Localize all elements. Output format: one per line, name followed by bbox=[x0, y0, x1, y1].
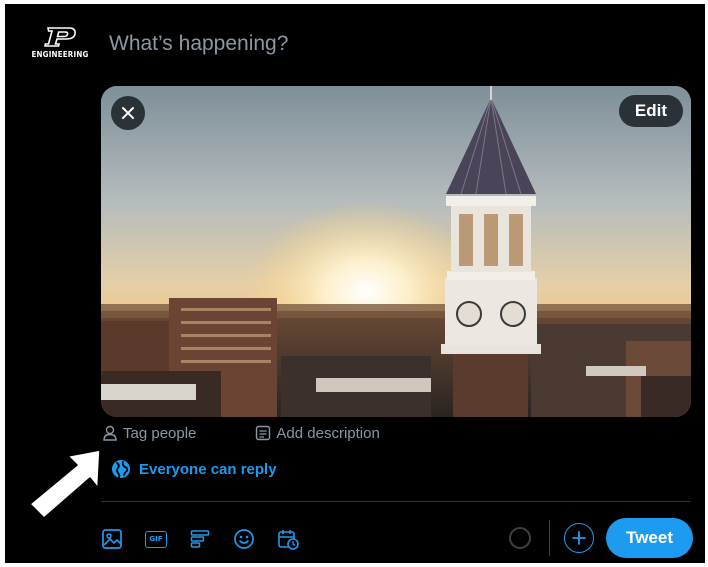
add-gif-button[interactable]: GIF bbox=[141, 524, 171, 554]
schedule-button[interactable] bbox=[273, 524, 303, 554]
add-description-label: Add description bbox=[276, 424, 380, 442]
edit-media-button[interactable]: Edit bbox=[618, 95, 683, 127]
clock-tower-photo bbox=[101, 86, 691, 417]
reply-setting-button[interactable]: Everyone can reply bbox=[111, 459, 277, 479]
tag-people-button[interactable]: Tag people bbox=[101, 424, 196, 442]
remove-media-button[interactable] bbox=[111, 96, 145, 130]
tag-people-label: Tag people bbox=[123, 424, 197, 442]
toolbar-divider bbox=[101, 501, 691, 502]
annotation-arrow-icon bbox=[29, 449, 101, 519]
person-icon bbox=[103, 425, 117, 441]
emoji-icon bbox=[234, 529, 254, 549]
plus-icon bbox=[572, 531, 586, 545]
tweet-composer: ENGINEERING What’s happening? Edit Tag p… bbox=[5, 4, 705, 563]
poll-icon bbox=[190, 530, 210, 548]
add-emoji-button[interactable] bbox=[229, 524, 259, 554]
media-actions: Tag people Add description bbox=[101, 424, 380, 442]
gif-icon: GIF bbox=[145, 530, 167, 548]
tweet-button[interactable]: Tweet bbox=[606, 518, 693, 558]
reply-setting-label: Everyone can reply bbox=[139, 460, 277, 478]
description-icon bbox=[256, 425, 271, 441]
purdue-engineering-logo: ENGINEERING bbox=[30, 26, 88, 66]
logo-wordmark: ENGINEERING bbox=[31, 50, 89, 59]
add-poll-button[interactable] bbox=[185, 524, 215, 554]
purdue-p-icon bbox=[44, 27, 76, 47]
compose-toolbar: GIF bbox=[97, 524, 317, 554]
close-icon bbox=[122, 107, 134, 119]
submit-area: Tweet bbox=[509, 518, 693, 558]
add-description-button[interactable]: Add description bbox=[254, 424, 380, 442]
attached-photo: Edit bbox=[101, 86, 691, 417]
add-tweet-button[interactable] bbox=[564, 523, 595, 553]
globe-icon bbox=[112, 460, 130, 478]
image-icon bbox=[102, 529, 122, 549]
add-image-button[interactable] bbox=[97, 524, 127, 554]
tweet-text-input[interactable]: What’s happening? bbox=[109, 32, 288, 56]
schedule-icon bbox=[278, 530, 299, 550]
character-counter bbox=[509, 527, 532, 549]
separator bbox=[549, 520, 551, 556]
